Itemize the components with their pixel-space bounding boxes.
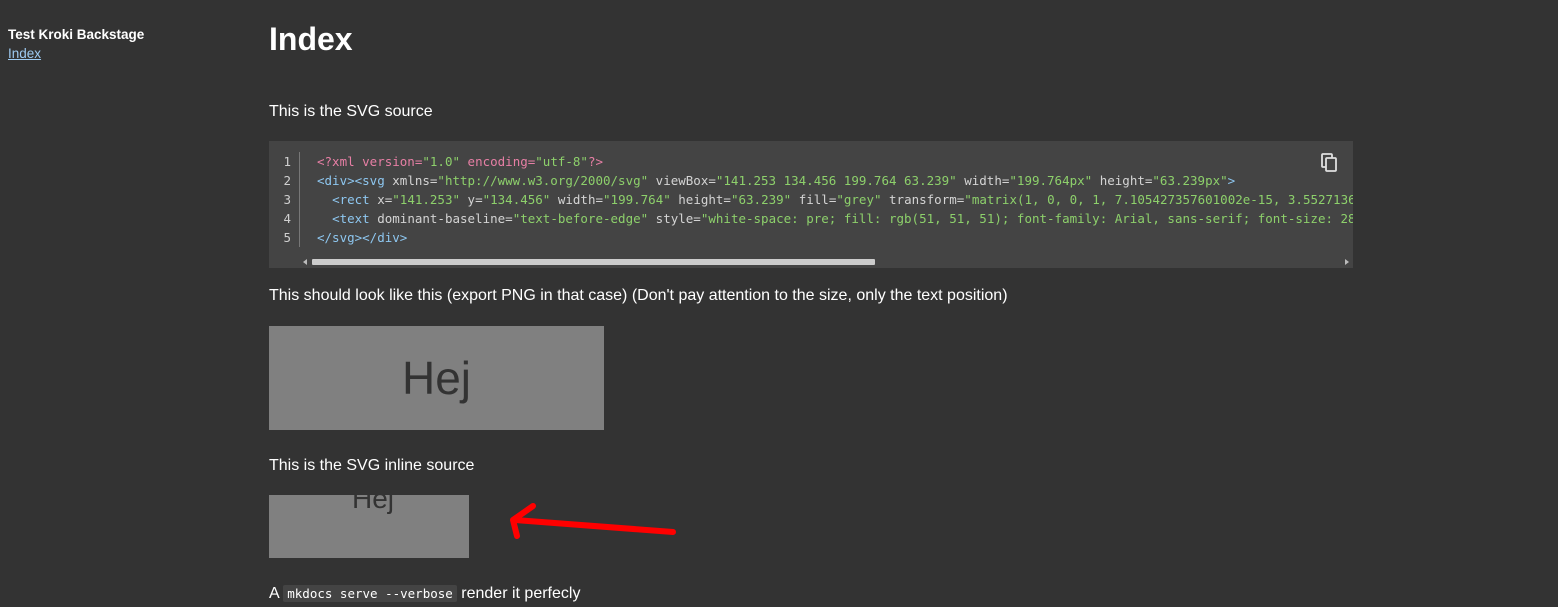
line-number: 2: [283, 173, 291, 188]
line-number: 1: [283, 154, 291, 169]
png-preview-text: Hej: [401, 352, 472, 404]
code-token: >: [1227, 173, 1236, 188]
code-token: fill=: [791, 192, 837, 207]
code-token: "1.0": [422, 154, 461, 169]
paragraph-mkdocs-suffix: render it perfecly: [461, 585, 581, 602]
red-arrow-annotation-icon: [510, 503, 676, 539]
scroll-left-arrow-icon[interactable]: [303, 259, 307, 265]
inline-svg-text: Hej: [352, 495, 395, 514]
code-token: y=: [460, 192, 483, 207]
code-line: <?xml version="1.0" encoding="utf-8"?>: [317, 152, 1353, 171]
code-token: "141.253": [392, 192, 461, 207]
code-block: 1 2 3 4 5 <?xml version="1.0" encoding="utf-…: [269, 141, 1353, 268]
paragraph-mkdocs: A mkdocs serve --verbose render it perfe…: [269, 584, 580, 604]
code-line: <div><svg xmlns="http://www.w3.org/2000/…: [317, 171, 1353, 190]
code-token: <rect: [332, 192, 378, 207]
code-token: width=: [550, 192, 604, 207]
line-number: 4: [283, 211, 291, 226]
horizontal-scrollbar[interactable]: [303, 256, 1349, 268]
code-token: transform=: [881, 192, 965, 207]
code-token: encoding=: [460, 154, 536, 169]
sidebar: Test Kroki Backstage Index: [8, 26, 228, 63]
paragraph-svg-source: This is the SVG source: [269, 103, 433, 120]
code-token: xmlns=: [392, 173, 438, 188]
paragraph-svg-inline: This is the SVG inline source: [269, 457, 475, 474]
line-number: 3: [283, 192, 291, 207]
code-token: </svg></div>: [317, 230, 408, 245]
code-token: "white-space: pre; fill: rgb(51, 51, 51)…: [700, 211, 1353, 226]
code-line: <text dominant-baseline="text-before-edg…: [317, 209, 1353, 228]
code-token: "text-before-edge": [512, 211, 649, 226]
site-title: Test Kroki Backstage: [8, 27, 145, 42]
code-token: "141.253 134.456 199.764 63.239": [715, 173, 957, 188]
page-title: Index: [269, 21, 353, 57]
code-token: "63.239": [730, 192, 792, 207]
code-token: style=: [648, 211, 701, 226]
code-token: "63.239px": [1152, 173, 1228, 188]
code-token: "matrix(1, 0, 0, 1, 7.105427357601002e-1…: [964, 192, 1353, 207]
code-token: <text: [332, 211, 378, 226]
code-token: height=: [670, 192, 731, 207]
code-token: "grey": [836, 192, 882, 207]
code-token: ?>: [587, 154, 604, 169]
code-token: "http://www.w3.org/2000/svg": [437, 173, 649, 188]
code-line: </svg></div>: [317, 228, 1353, 247]
code-token: version=: [362, 154, 423, 169]
code-token: x=: [377, 192, 393, 207]
scroll-thumb[interactable]: [312, 259, 875, 265]
line-number: 5: [283, 230, 291, 245]
code-token: <?xml: [317, 154, 363, 169]
code-token: <div><svg: [317, 173, 393, 188]
copy-icon[interactable]: [1319, 152, 1339, 174]
code-content: <?xml version="1.0" encoding="utf-8"?> <d…: [317, 152, 1353, 247]
inline-svg-image: Hej: [269, 495, 469, 558]
code-token: "199.764": [603, 192, 671, 207]
scroll-right-arrow-icon[interactable]: [1345, 259, 1349, 265]
inline-code-mkdocs: mkdocs serve --verbose: [283, 585, 457, 602]
code-token: "199.764px": [1009, 173, 1093, 188]
code-line: <rect x="141.253" y="134.456" width="199…: [317, 190, 1353, 209]
paragraph-mkdocs-prefix: A: [269, 585, 279, 602]
line-numbers: 1 2 3 4 5: [269, 152, 300, 247]
paragraph-png-note: This should look like this (export PNG i…: [269, 287, 1008, 304]
nav-link-index[interactable]: Index: [8, 46, 41, 61]
code-token: width=: [956, 173, 1010, 188]
code-token: dominant-baseline=: [377, 211, 513, 226]
code-token: viewBox=: [648, 173, 716, 188]
code-token: "134.456": [482, 192, 551, 207]
code-token: height=: [1092, 173, 1153, 188]
png-preview-image: Hej: [269, 326, 604, 430]
code-token: "utf-8": [535, 154, 588, 169]
